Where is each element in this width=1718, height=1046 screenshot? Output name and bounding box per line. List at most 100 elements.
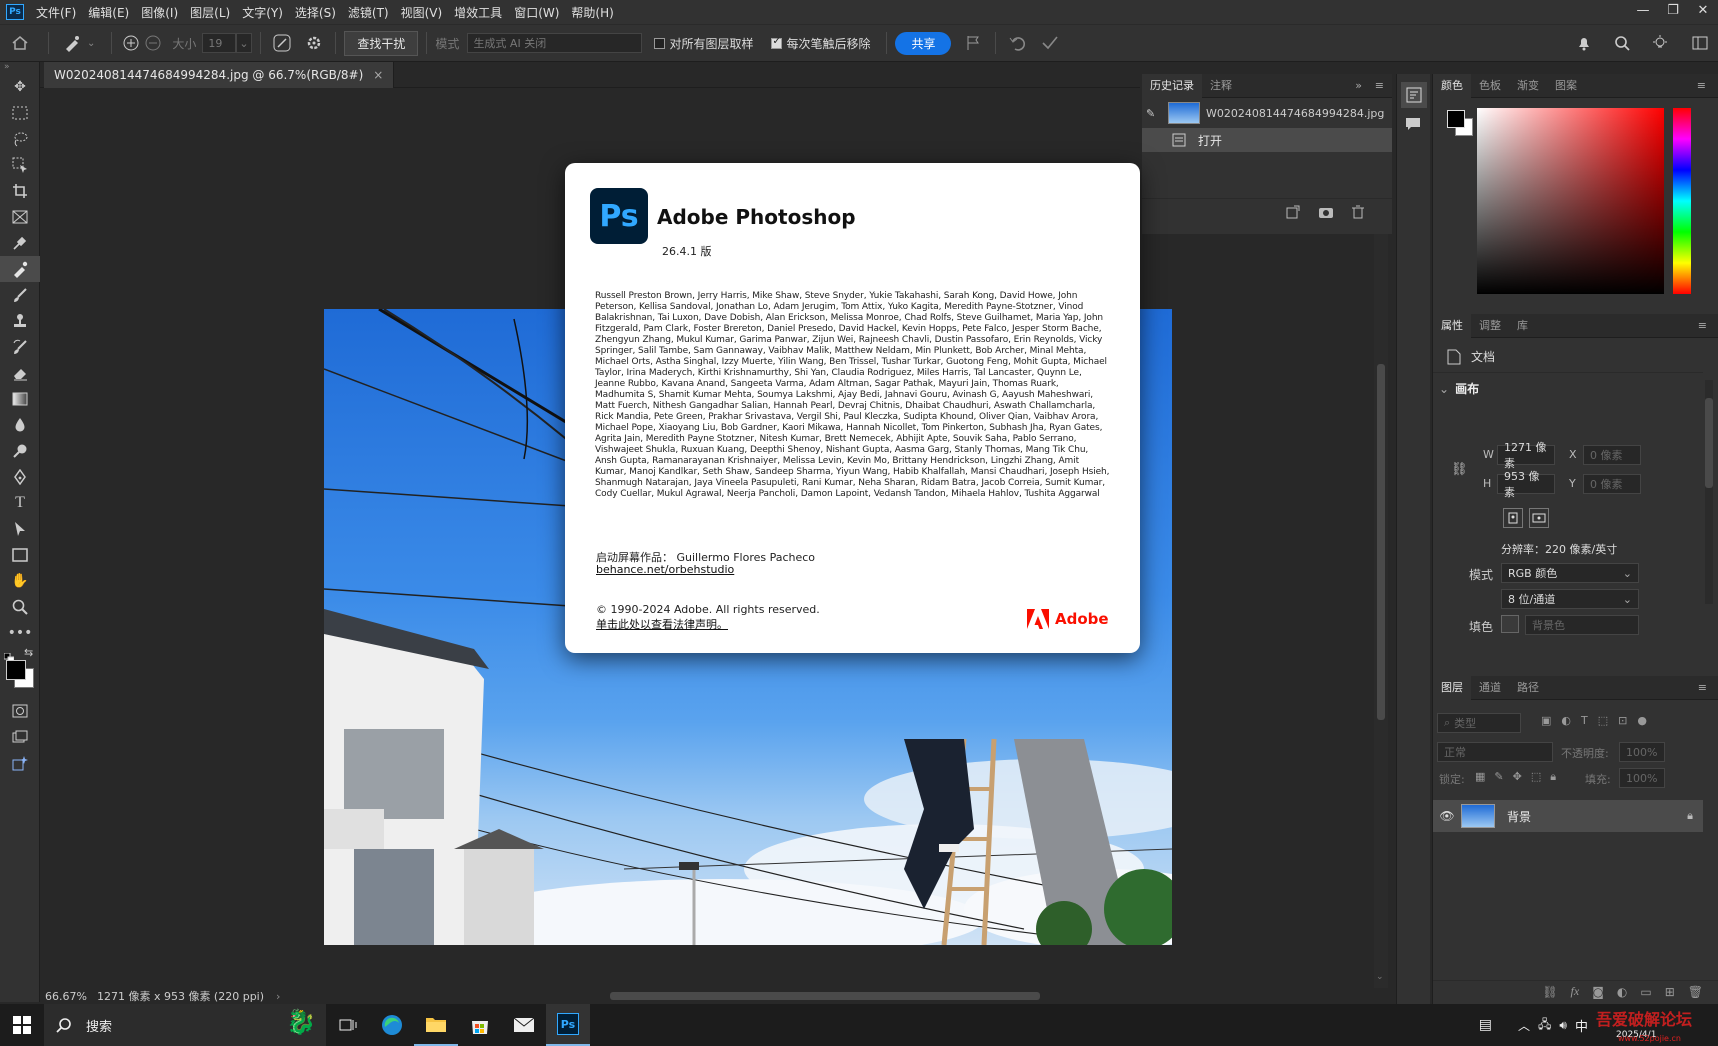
menu-window[interactable]: 窗口(W)	[508, 4, 565, 21]
hue-slider[interactable]	[1673, 108, 1691, 294]
canvas-x-input[interactable]: 0 像素	[1583, 445, 1641, 465]
menu-plugins[interactable]: 增效工具	[448, 4, 508, 21]
add-mask-icon[interactable]: ◙	[1592, 985, 1604, 999]
properties-menu-icon[interactable]: ≡	[1690, 314, 1715, 338]
quick-mask-icon[interactable]	[0, 698, 40, 724]
remove-after-stroke-checkbox[interactable]: 每次笔触后移除	[771, 35, 870, 52]
menu-file[interactable]: 文件(F)	[30, 4, 82, 21]
bit-depth-select[interactable]: 8 位/通道 ⌄	[1501, 589, 1639, 609]
lock-all-icon[interactable]: 🔒︎	[1550, 770, 1556, 784]
swap-colors-icon[interactable]: ⇆	[24, 646, 33, 659]
canvas-collapse-chevron-icon[interactable]: ⌄	[1439, 382, 1449, 396]
generative-fill-icon[interactable]	[0, 750, 40, 776]
tab-notes[interactable]: 注释	[1202, 74, 1240, 98]
taskbar-search-box[interactable]: 搜索 🐉	[44, 1004, 326, 1046]
tab-channels[interactable]: 通道	[1471, 676, 1509, 700]
close-window-button[interactable]: ✕	[1688, 0, 1718, 24]
lock-artboard-icon[interactable]: ⬚	[1531, 770, 1541, 784]
layers-menu-icon[interactable]: ≡	[1690, 676, 1715, 700]
remove-tool-selected-icon[interactable]	[0, 256, 40, 282]
color-mode-select[interactable]: RGB 颜色 ⌄	[1501, 563, 1639, 583]
tab-swatches[interactable]: 色板	[1471, 74, 1509, 98]
lock-image-icon[interactable]: ✎	[1494, 770, 1503, 784]
new-layer-icon[interactable]: ⊞	[1665, 985, 1675, 999]
landscape-orientation-icon[interactable]	[1529, 508, 1549, 528]
zoom-tool-icon[interactable]	[0, 594, 40, 620]
more-tools-icon[interactable]: •••	[0, 620, 40, 646]
portrait-orientation-icon[interactable]	[1503, 508, 1523, 528]
panel-menu-icon[interactable]: ≡	[1367, 74, 1392, 98]
tab-gradients[interactable]: 渐变	[1509, 74, 1547, 98]
canvas-y-input[interactable]: 0 像素	[1583, 474, 1641, 494]
tab-libraries[interactable]: 库	[1509, 314, 1536, 338]
blur-tool-icon[interactable]	[0, 412, 40, 438]
settings-gear-icon[interactable]	[301, 31, 327, 55]
menu-filter[interactable]: 滤镜(T)	[342, 4, 395, 21]
new-adjustment-layer-icon[interactable]: ◐	[1617, 985, 1627, 999]
move-tool-icon[interactable]: ✥	[0, 74, 40, 100]
windows-start-icon[interactable]	[0, 1004, 44, 1046]
link-layers-icon[interactable]: ⛓	[1542, 985, 1557, 999]
status-menu-arrow-icon[interactable]: ›	[276, 990, 280, 1003]
screen-mode-icon[interactable]	[0, 724, 40, 750]
filter-type-icon[interactable]: T	[1581, 714, 1588, 727]
menu-layer[interactable]: 图层(L)	[184, 4, 236, 21]
volume-icon[interactable]: 🔊︎	[1559, 1018, 1567, 1033]
undo-icon[interactable]	[1004, 31, 1032, 55]
collapse-toolbar-icon[interactable]: »	[0, 62, 39, 74]
share-button[interactable]: 共享	[895, 31, 952, 55]
filter-toggle-icon[interactable]: ●	[1637, 714, 1647, 727]
sample-all-layers-checkbox[interactable]: 对所有图层取样	[654, 35, 753, 52]
layer-row-background[interactable]: 👁︎ 背景 🔒︎	[1433, 800, 1703, 832]
delete-layer-trash-icon[interactable]: 🗑︎	[1688, 985, 1703, 999]
menu-edit[interactable]: 编辑(E)	[82, 4, 135, 21]
eraser-tool-icon[interactable]	[0, 360, 40, 386]
remove-tool-icon[interactable]	[57, 31, 87, 55]
hand-tool-icon[interactable]: ✋	[0, 568, 40, 594]
find-distractions-button[interactable]: 查找干扰	[344, 30, 419, 56]
layer-filter-select[interactable]: ⌕ 类型	[1437, 713, 1521, 733]
history-panel-icon[interactable]	[1401, 82, 1427, 108]
default-colors-icon[interactable]	[3, 648, 15, 664]
zoom-level[interactable]: 66.67%	[45, 990, 87, 1003]
input-method-indicator[interactable]: 中	[1575, 1016, 1588, 1035]
tab-color[interactable]: 颜色	[1433, 73, 1471, 98]
tab-layers[interactable]: 图层	[1433, 675, 1471, 700]
menu-type[interactable]: 文字(Y)	[236, 4, 289, 21]
canvas-height-input[interactable]: 953 像素	[1497, 470, 1555, 499]
new-group-folder-icon[interactable]: ▭	[1640, 985, 1651, 999]
about-photoshop-dialog[interactable]: Ps Adobe Photoshop 26.4.1 版 Russell Pres…	[565, 163, 1140, 653]
clone-stamp-tool-icon[interactable]	[0, 308, 40, 334]
delete-state-trash-icon[interactable]	[1352, 204, 1364, 223]
network-icon[interactable]: 🖧︎	[1538, 1015, 1551, 1036]
history-step[interactable]: 打开	[1142, 128, 1392, 152]
size-dropdown-icon[interactable]: ⌄	[236, 33, 253, 53]
add-mode-icon[interactable]	[120, 31, 142, 55]
marquee-tool-icon[interactable]	[0, 100, 40, 126]
type-tool-icon[interactable]: T	[0, 490, 40, 516]
properties-scrollbar[interactable]	[1705, 380, 1713, 604]
opacity-input[interactable]: 100%	[1619, 742, 1665, 762]
task-view-icon[interactable]	[326, 1004, 370, 1046]
color-field-picker[interactable]	[1477, 108, 1664, 294]
filter-adjustment-icon[interactable]: ◐	[1561, 714, 1571, 727]
history-brush-tool-icon[interactable]	[0, 334, 40, 360]
link-dimensions-icon[interactable]: ⛓	[1451, 462, 1468, 477]
filter-smart-object-icon[interactable]: ⊡	[1618, 714, 1627, 727]
frame-tool-icon[interactable]	[0, 204, 40, 230]
tab-paths[interactable]: 路径	[1509, 676, 1547, 700]
tab-adjustments[interactable]: 调整	[1471, 314, 1509, 338]
menu-select[interactable]: 选择(S)	[289, 4, 342, 21]
history-snapshot[interactable]: ✎ W020240814474684994284.jpg	[1142, 98, 1392, 128]
splash-artist-link[interactable]: behance.net/orbehstudio	[596, 563, 734, 576]
snapshot-camera-icon[interactable]	[1318, 204, 1334, 223]
minimize-button[interactable]: —	[1628, 0, 1658, 24]
gradient-tool-icon[interactable]	[0, 386, 40, 412]
vertical-scroll-thumb[interactable]	[1377, 364, 1385, 720]
color-panel-menu-icon[interactable]: ≡	[1689, 74, 1714, 98]
flag-icon[interactable]	[959, 31, 987, 55]
rectangle-tool-icon[interactable]	[0, 542, 40, 568]
dodge-tool-icon[interactable]	[0, 438, 40, 464]
file-explorer-icon[interactable]	[414, 1004, 458, 1046]
horizontal-scroll-thumb[interactable]	[610, 992, 1040, 1000]
